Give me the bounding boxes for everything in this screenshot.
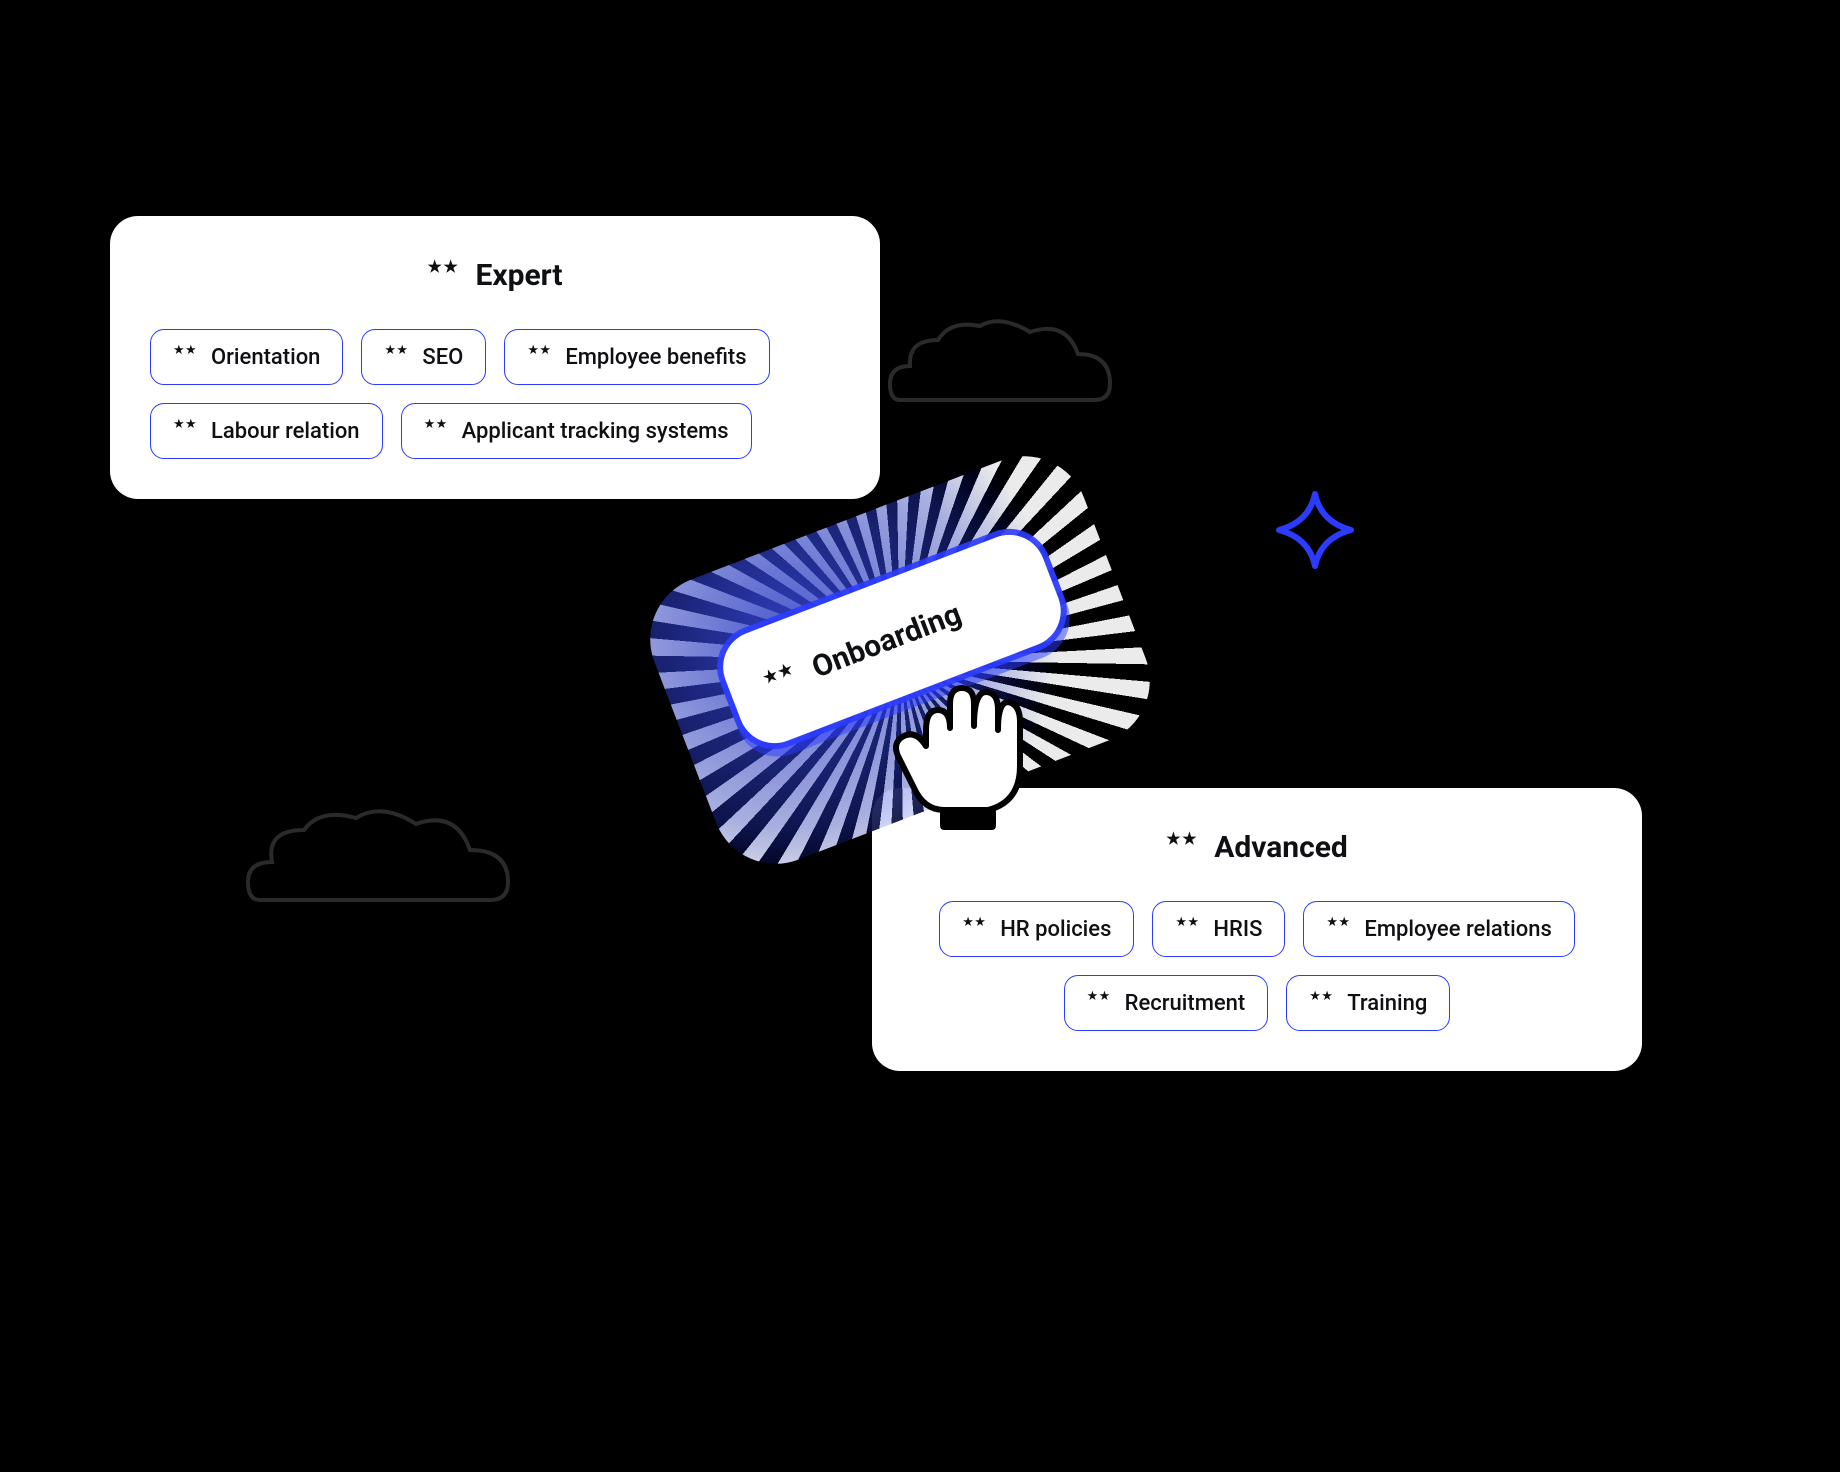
stars-icon [1326, 916, 1352, 942]
card-title-label: Advanced [1214, 830, 1348, 865]
stars-icon [1087, 990, 1113, 1016]
skill-chip[interactable]: Employee relations [1303, 901, 1574, 957]
cloud-icon [880, 310, 1120, 420]
chip-label: Applicant tracking systems [462, 419, 729, 444]
skill-chip[interactable]: Orientation [150, 329, 343, 385]
skill-chip[interactable]: Applicant tracking systems [401, 403, 752, 459]
chip-label: Employee relations [1364, 917, 1551, 942]
expert-chip-list: Orientation SEO Employee benefits Labour… [150, 329, 840, 459]
chip-label: Onboarding [807, 597, 966, 686]
floating-skill-chip[interactable]: Onboarding [713, 524, 1072, 753]
advanced-card-title: Advanced [912, 830, 1602, 865]
chip-label: HRIS [1213, 917, 1262, 942]
sparkle-icon [1275, 490, 1355, 570]
expert-card: Expert Orientation SEO Employee benefits… [110, 216, 880, 499]
skill-chip[interactable]: HR policies [939, 901, 1134, 957]
stars-icon [384, 344, 410, 370]
chip-label: Employee benefits [565, 345, 746, 370]
chip-label: Training [1347, 991, 1427, 1016]
stars-icon [962, 916, 988, 942]
chip-label: Orientation [211, 345, 320, 370]
stars-icon [1309, 990, 1335, 1016]
advanced-card: Advanced HR policies HRIS Employee relat… [872, 788, 1642, 1071]
expert-card-title: Expert [150, 258, 840, 293]
skill-chip[interactable]: SEO [361, 329, 486, 385]
skill-chip[interactable]: Recruitment [1064, 975, 1269, 1031]
advanced-chip-list: HR policies HRIS Employee relations Recr… [912, 901, 1602, 1031]
stars-icon [527, 344, 553, 370]
stars-icon [761, 659, 805, 703]
stars-icon [173, 344, 199, 370]
stars-icon [1166, 831, 1200, 865]
stars-icon [173, 418, 199, 444]
skill-chip[interactable]: HRIS [1152, 901, 1285, 957]
cloud-icon [240, 800, 520, 920]
skill-chip[interactable]: Employee benefits [504, 329, 769, 385]
card-title-label: Expert [475, 258, 562, 293]
chip-label: HR policies [1000, 917, 1111, 942]
stars-icon [424, 418, 450, 444]
skill-chip[interactable]: Labour relation [150, 403, 383, 459]
chip-label: Labour relation [211, 419, 360, 444]
chip-label: SEO [422, 345, 463, 370]
chip-label: Recruitment [1125, 991, 1246, 1016]
stars-icon [1175, 916, 1201, 942]
skill-chip[interactable]: Training [1286, 975, 1450, 1031]
stars-icon [427, 259, 461, 293]
